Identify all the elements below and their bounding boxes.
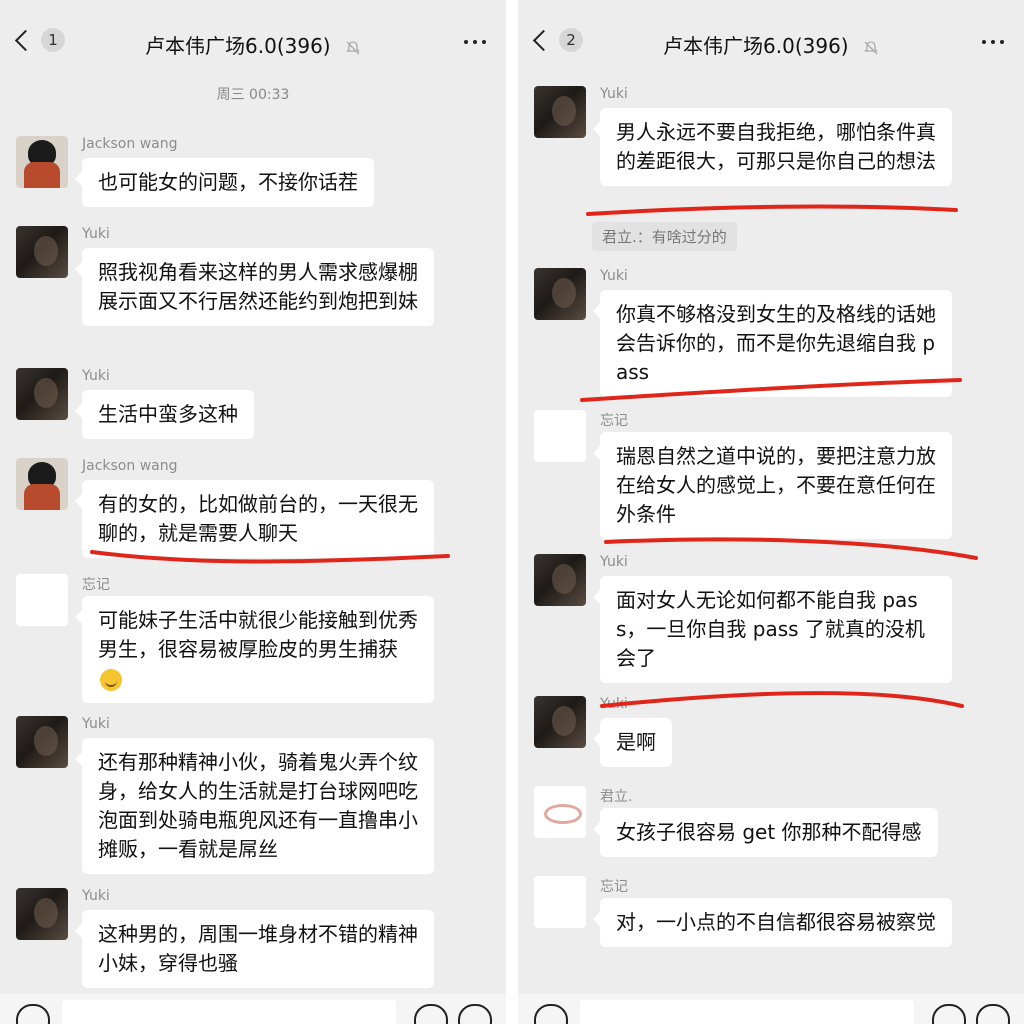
sender-name: Yuki: [600, 554, 628, 570]
chat-title: 卢本伟广场6.0(396): [663, 34, 849, 58]
sender-name: Yuki: [82, 888, 110, 904]
mute-bell-icon: [864, 40, 878, 54]
message-bubble[interactable]: 这种男的，周围一堆身材不错的精神小妹，穿得也骚: [75, 910, 434, 988]
sender-name: Yuki: [82, 368, 110, 384]
chat-header: 1 卢本伟广场6.0(396): [0, 0, 506, 84]
plus-icon[interactable]: [458, 1004, 492, 1024]
quoted-reply[interactable]: 君立.：有啥过分的: [592, 222, 737, 251]
sender-name: Yuki: [600, 696, 628, 712]
more-options-icon[interactable]: [464, 40, 486, 44]
avatar[interactable]: [16, 136, 68, 188]
chat-title-wrap: 卢本伟广场6.0(396): [0, 30, 506, 59]
message-bubble[interactable]: 还有那种精神小伙，骑着鬼火弄个纹身，给女人的生活就是打台球网吧吃泡面到处骑电瓶兜…: [75, 738, 434, 874]
plus-icon[interactable]: [976, 1004, 1010, 1024]
message-bubble[interactable]: 男人永远不要自我拒绝，哪怕条件真的差距很大，可那只是你自己的想法: [593, 108, 952, 186]
sender-name: Jackson wang: [82, 136, 178, 152]
message-bubble[interactable]: 有的女的，比如做前台的，一天很无聊的，就是需要人聊天: [75, 480, 434, 558]
avatar[interactable]: [534, 410, 586, 462]
message-bubble[interactable]: 女孩子很容易 get 你那种不配得感: [593, 808, 938, 857]
chat-panel-right: 2 卢本伟广场6.0(396) Yuki 男人永远不要自我拒绝，哪怕条件真的差距…: [518, 0, 1024, 1024]
message-bubble[interactable]: 对，一小点的不自信都很容易被察觉: [593, 898, 952, 947]
avatar[interactable]: [16, 888, 68, 940]
message-timestamp: 周三 00:33: [216, 87, 290, 103]
message-bubble[interactable]: 是啊: [593, 718, 672, 767]
sender-name: 忘记: [600, 413, 628, 429]
avatar[interactable]: [16, 458, 68, 510]
avatar[interactable]: [16, 368, 68, 420]
avatar[interactable]: [534, 696, 586, 748]
mute-bell-icon: [346, 40, 360, 54]
input-bar: [0, 994, 506, 1024]
sender-name: 君立.: [600, 789, 633, 805]
avatar[interactable]: [534, 554, 586, 606]
message-bubble[interactable]: 照我视角看来这样的男人需求感爆棚展示面又不行居然还能约到炮把到妹: [75, 248, 434, 326]
chat-header: 2 卢本伟广场6.0(396): [518, 0, 1024, 84]
message-bubble[interactable]: 可能妹子生活中就很少能接触到优秀男生，很容易被厚脸皮的男生捕获: [75, 596, 434, 703]
message-input[interactable]: [580, 1000, 914, 1024]
laughing-emoji-icon: [100, 668, 122, 691]
message-text: 可能妹子生活中就很少能接触到优秀男生，很容易被厚脸皮的男生捕获: [98, 608, 418, 661]
message-bubble[interactable]: 面对女人无论如何都不能自我 pass，一旦你自我 pass 了就真的没机会了: [593, 576, 952, 683]
voice-icon[interactable]: [534, 1004, 568, 1024]
chat-panel-left: 1 卢本伟广场6.0(396) 周三 00:33 Jackson wang 也可…: [0, 0, 506, 1024]
message-bubble[interactable]: 也可能女的问题，不接你话茬: [75, 158, 374, 207]
message-input[interactable]: [62, 1000, 396, 1024]
sender-name: Yuki: [600, 268, 628, 284]
message-bubble[interactable]: 生活中蛮多这种: [75, 390, 254, 439]
avatar[interactable]: [534, 86, 586, 138]
chat-title-wrap: 卢本伟广场6.0(396): [518, 30, 1024, 59]
sender-name: Yuki: [600, 86, 628, 102]
more-options-icon[interactable]: [982, 40, 1004, 44]
sender-name: 忘记: [82, 577, 110, 593]
avatar[interactable]: [534, 786, 586, 838]
input-bar: [518, 994, 1024, 1024]
message-bubble[interactable]: 瑞恩自然之道中说的，要把注意力放在给女人的感觉上，不要在意任何在外条件: [593, 432, 952, 539]
avatar[interactable]: [16, 226, 68, 278]
voice-icon[interactable]: [16, 1004, 50, 1024]
avatar[interactable]: [16, 574, 68, 626]
avatar[interactable]: [16, 716, 68, 768]
sender-name: Yuki: [82, 716, 110, 732]
avatar[interactable]: [534, 876, 586, 928]
emoji-icon[interactable]: [932, 1004, 966, 1024]
emoji-icon[interactable]: [414, 1004, 448, 1024]
sender-name: Yuki: [82, 226, 110, 242]
chat-title: 卢本伟广场6.0(396): [145, 34, 331, 58]
sender-name: 忘记: [600, 879, 628, 895]
message-bubble[interactable]: 你真不够格没到女生的及格线的话她会告诉你的，而不是你先退缩自我 pass: [593, 290, 952, 397]
sender-name: Jackson wang: [82, 458, 178, 474]
avatar[interactable]: [534, 268, 586, 320]
